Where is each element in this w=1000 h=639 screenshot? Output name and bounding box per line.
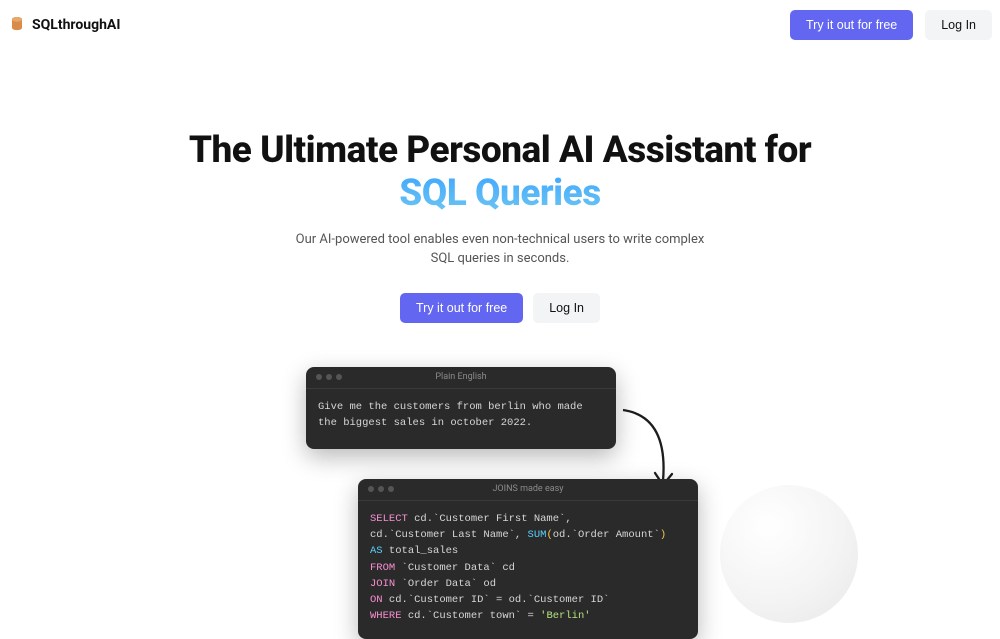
brand-logo-icon <box>8 16 26 34</box>
code-line: SELECT cd.`Customer First Name`, <box>370 511 686 527</box>
demo-input-card: Plain English Give me the customers from… <box>306 367 616 449</box>
brand-name: SQLthroughAI <box>32 17 120 33</box>
input-card-title: Plain English <box>435 372 486 382</box>
demo-output-card: JOINS made easy SELECT cd.`Customer Firs… <box>358 479 698 639</box>
decorative-sphere <box>720 485 858 623</box>
card-titlebar: Plain English <box>306 367 616 389</box>
input-card-body: Give me the customers from berlin who ma… <box>306 389 616 442</box>
output-card-title: JOINS made easy <box>492 484 563 494</box>
hero-title-highlight: SQL Queries <box>399 172 601 215</box>
hero-subtitle: Our AI-powered tool enables even non-tec… <box>290 231 710 269</box>
code-line: ON cd.`Customer ID` = od.`Customer ID` <box>370 592 686 608</box>
output-card-body: SELECT cd.`Customer First Name`,cd.`Cust… <box>358 501 698 635</box>
window-dots-icon <box>316 374 342 380</box>
card-titlebar: JOINS made easy <box>358 479 698 501</box>
hero-title-prefix: The Ultimate Personal AI Assistant for <box>189 129 811 172</box>
header-login-button[interactable]: Log In <box>925 10 992 40</box>
code-line: FROM `Customer Data` cd <box>370 560 686 576</box>
header-buttons: Try it out for free Log In <box>790 10 992 40</box>
hero-title: The Ultimate Personal AI Assistant for S… <box>180 130 820 215</box>
code-line: cd.`Customer Last Name`, SUM(od.`Order A… <box>370 527 686 543</box>
code-line: JOIN `Order Data` od <box>370 576 686 592</box>
code-line: AS total_sales <box>370 543 686 559</box>
hero-login-button[interactable]: Log In <box>533 293 600 323</box>
header: SQLthroughAI Try it out for free Log In <box>0 0 1000 50</box>
hero-buttons: Try it out for free Log In <box>0 293 1000 323</box>
code-line: WHERE cd.`Customer town` = 'Berlin' <box>370 608 686 624</box>
window-dots-icon <box>368 486 394 492</box>
brand[interactable]: SQLthroughAI <box>8 16 120 34</box>
hero-try-button[interactable]: Try it out for free <box>400 293 523 323</box>
header-try-button[interactable]: Try it out for free <box>790 10 913 40</box>
demo-cards: Plain English Give me the customers from… <box>0 367 1000 627</box>
hero: The Ultimate Personal AI Assistant for S… <box>0 50 1000 627</box>
